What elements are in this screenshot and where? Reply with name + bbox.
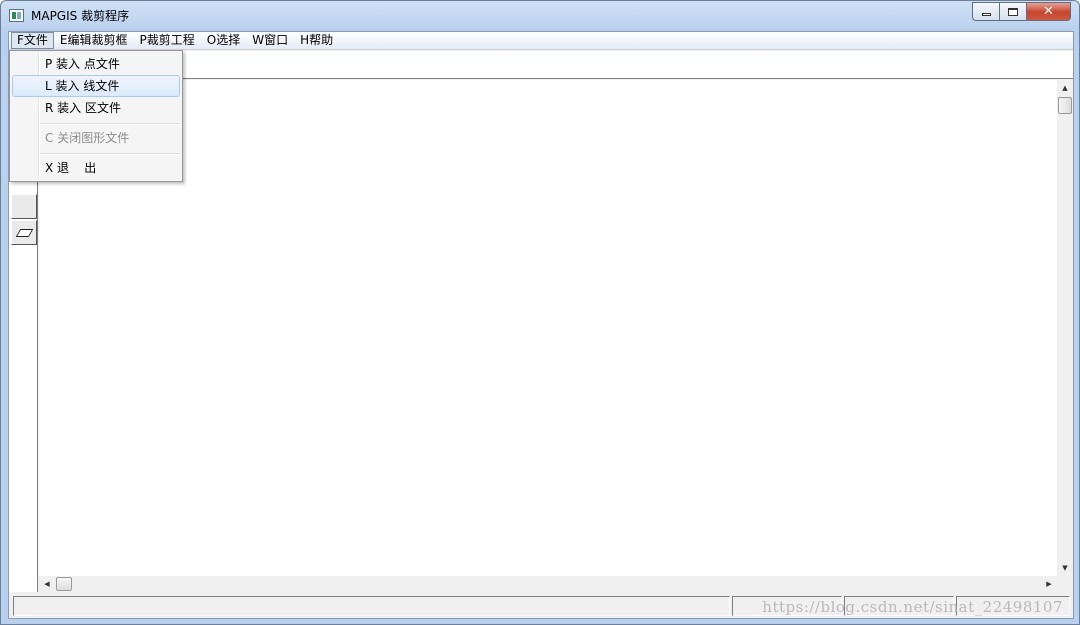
menu-bar: F文件 E编辑裁剪框 P裁剪工程 O选择 W窗口 H帮助 — [9, 32, 1073, 50]
menu-clip-project[interactable]: P裁剪工程 — [134, 32, 201, 49]
close-button[interactable]: ✕ — [1026, 2, 1071, 21]
horizontal-scrollbar[interactable]: ◀ ▶ — [39, 576, 1057, 592]
menu-file[interactable]: F文件 — [11, 32, 54, 49]
status-bar: https://blog.csdn.net/sinat_22498107 — [9, 593, 1073, 618]
title-bar[interactable]: MAPGIS 裁剪程序 ✕ — [1, 1, 1079, 31]
vertical-scrollbar[interactable]: ▲ ▼ — [1057, 80, 1073, 576]
window-title: MAPGIS 裁剪程序 — [31, 9, 130, 23]
window-controls: ✕ — [972, 2, 1071, 21]
minimize-button[interactable] — [972, 2, 999, 21]
app-window: MAPGIS 裁剪程序 ✕ F文件 E编辑裁剪框 P裁剪工程 O选择 W窗口 H… — [0, 0, 1080, 625]
drawing-canvas[interactable] — [39, 80, 1057, 576]
menu-edit-clip-frame[interactable]: E编辑裁剪框 — [54, 32, 134, 49]
menu-select[interactable]: O选择 — [201, 32, 246, 49]
close-icon: ✕ — [1043, 4, 1054, 19]
file-dropdown-menu: P 装入 点文件 L 装入 线文件 R 装入 区文件 C 关闭图形文件 X 退 … — [9, 50, 183, 182]
watermark-text: https://blog.csdn.net/sinat_22498107 — [762, 598, 1063, 616]
menu-item-exit[interactable]: X 退 出 — [12, 157, 180, 179]
menu-separator — [40, 153, 180, 155]
scroll-left-icon[interactable]: ◀ — [39, 576, 55, 592]
scroll-down-icon[interactable]: ▼ — [1057, 560, 1073, 576]
scroll-right-icon[interactable]: ▶ — [1041, 576, 1057, 592]
maximize-button[interactable] — [999, 2, 1026, 21]
eraser-icon — [15, 228, 33, 237]
scroll-up-icon[interactable]: ▲ — [1057, 80, 1073, 96]
menu-item-close-graphic-file: C 关闭图形文件 — [45, 131, 130, 145]
menu-separator — [40, 123, 180, 125]
scrollbar-corner — [1057, 576, 1073, 592]
horizontal-scroll-thumb[interactable] — [56, 577, 72, 591]
minimize-icon — [981, 13, 991, 16]
tool-button-pan[interactable] — [11, 194, 37, 219]
menu-help[interactable]: H帮助 — [294, 32, 339, 49]
menu-item-load-area-file[interactable]: R 装入 区文件 — [12, 97, 180, 119]
app-icon[interactable] — [9, 9, 24, 22]
vertical-scroll-thumb[interactable] — [1058, 97, 1072, 114]
maximize-icon — [1008, 7, 1018, 16]
tool-button-eraser[interactable] — [11, 220, 37, 245]
menu-item-load-line-file[interactable]: L 装入 线文件 — [12, 75, 180, 97]
status-pane-main — [13, 596, 730, 616]
menu-item-load-point-file[interactable]: P 装入 点文件 — [12, 53, 180, 75]
menu-window[interactable]: W窗口 — [246, 32, 294, 49]
